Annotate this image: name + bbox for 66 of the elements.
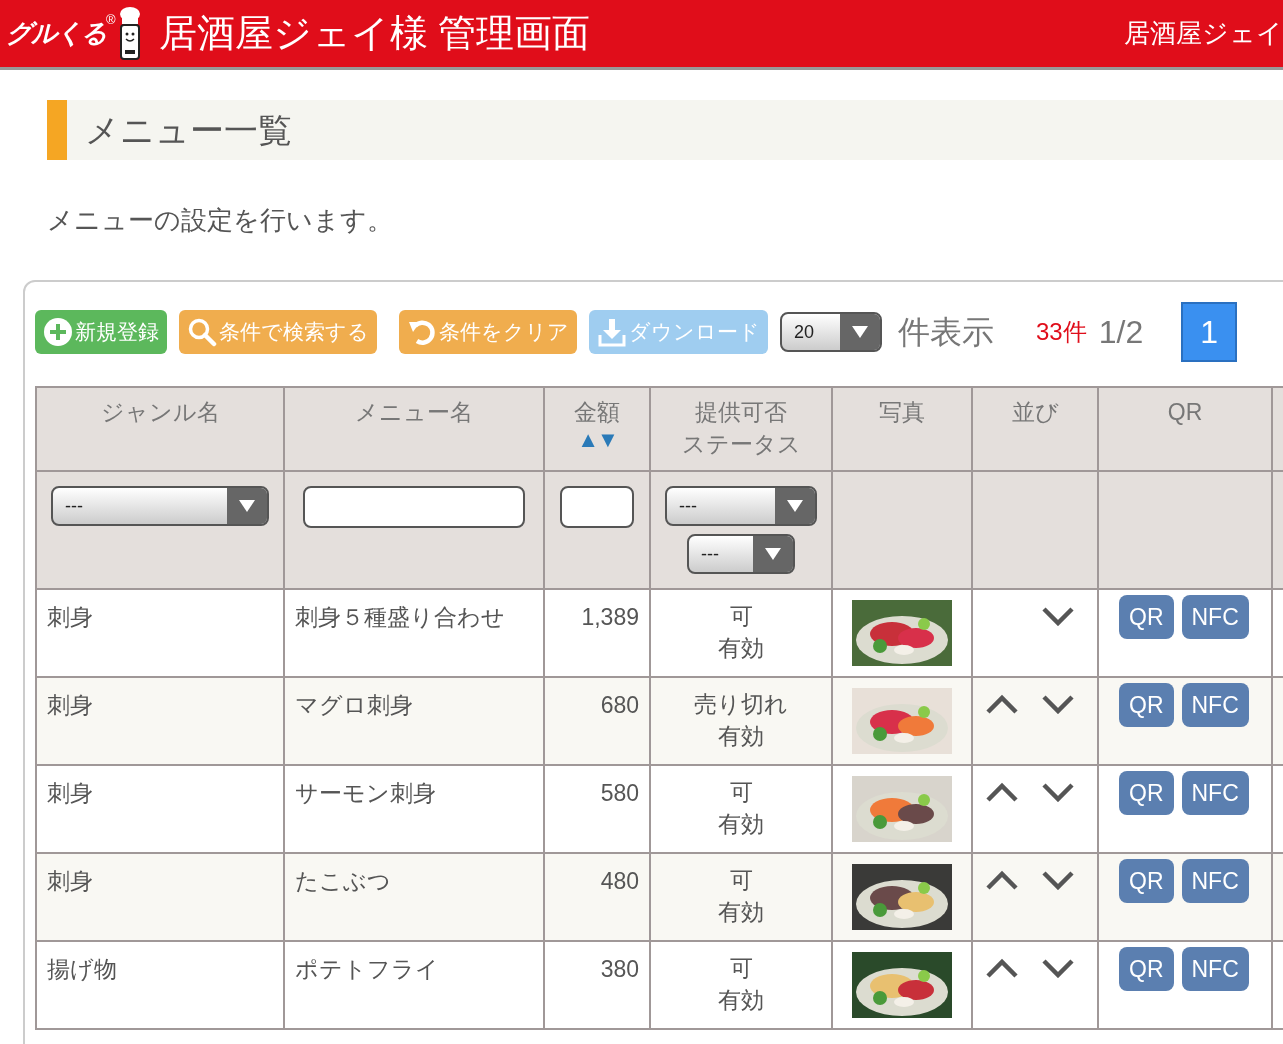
nfc-button[interactable]: NFC — [1181, 771, 1249, 815]
registered-mark: ® — [106, 11, 116, 29]
page-description: メニューの設定を行います。 — [47, 204, 394, 237]
menu-name-cell: 刺身５種盛り合わせ — [295, 604, 505, 630]
status-text: 有効 — [718, 898, 764, 927]
qr-button[interactable]: QR — [1119, 771, 1174, 815]
chevron-down-icon[interactable] — [1041, 870, 1075, 890]
account-name: 居酒屋ジェイ — [1124, 17, 1283, 50]
page-button[interactable]: 1 — [1181, 302, 1238, 362]
chevron-down-icon[interactable] — [1041, 606, 1075, 626]
menu-name-cell: サーモン刺身 — [295, 780, 436, 806]
page-info: 1/2 — [1098, 313, 1144, 352]
availability-text: 売り切れ — [694, 690, 788, 719]
menu-name-cell: マグロ刺身 — [295, 692, 413, 718]
nfc-button[interactable]: NFC — [1181, 859, 1249, 903]
nfc-button[interactable]: NFC — [1181, 683, 1249, 727]
result-count: 33件 — [1036, 317, 1087, 347]
availability-text: 可 — [729, 778, 753, 807]
download-icon — [597, 317, 627, 347]
qr-button[interactable]: QR — [1119, 947, 1174, 991]
menu-name-field[interactable] — [303, 486, 525, 528]
status-text: 有効 — [718, 986, 764, 1015]
price-cell: 680 — [600, 692, 639, 718]
qr-button[interactable]: QR — [1119, 683, 1174, 727]
nfc-button[interactable]: NFC — [1181, 595, 1249, 639]
chevron-down-icon[interactable] — [1041, 958, 1075, 978]
chevron-up-icon[interactable] — [985, 870, 1019, 890]
plus-icon — [43, 317, 73, 347]
chevron-up-icon[interactable] — [985, 782, 1019, 802]
price-cell: 380 — [600, 956, 639, 982]
page-size-select[interactable]: 20 — [780, 312, 882, 352]
status-filter-select[interactable]: --- — [687, 534, 795, 574]
availability-text: 可 — [729, 954, 753, 983]
page-title: メニュー一覧 — [85, 109, 292, 151]
search-icon — [187, 317, 217, 347]
logo-text: グルくる — [6, 17, 106, 50]
menu-name-cell: たこぶつ — [295, 868, 391, 894]
genre-cell: 揚げ物 — [47, 956, 117, 982]
genre-cell: 刺身 — [47, 692, 93, 718]
genre-filter-select[interactable]: --- — [51, 486, 269, 526]
chevron-down-icon[interactable] — [1041, 782, 1075, 802]
header-title: 居酒屋ジェイ様 管理画面 — [158, 11, 591, 56]
chevron-down-icon[interactable] — [1041, 694, 1075, 714]
add-button[interactable]: 新規登録 — [35, 310, 167, 354]
qr-button[interactable]: QR — [1119, 859, 1174, 903]
page-size-label: 件表示 — [898, 313, 994, 352]
price-cell: 480 — [600, 868, 639, 894]
genre-cell: 刺身 — [47, 780, 93, 806]
status-text: 有効 — [718, 810, 764, 839]
nfc-button[interactable]: NFC — [1181, 947, 1249, 991]
availability-text: 可 — [729, 602, 753, 631]
sort-arrows[interactable]: ▲▼ — [577, 428, 617, 452]
chevron-up-icon[interactable] — [985, 694, 1019, 714]
undo-icon — [407, 317, 437, 347]
genre-cell: 刺身 — [47, 868, 93, 894]
menu-name-cell: ポテトフライ — [295, 956, 439, 982]
chevron-up-icon[interactable] — [985, 958, 1019, 978]
availability-filter-select[interactable]: --- — [665, 486, 817, 526]
genre-cell: 刺身 — [47, 604, 93, 630]
price-cell: 580 — [600, 780, 639, 806]
status-text: 有効 — [718, 634, 764, 663]
price-cell: 1,389 — [581, 604, 639, 630]
price-field[interactable] — [560, 486, 634, 528]
qr-button[interactable]: QR — [1119, 595, 1174, 639]
status-text: 有効 — [718, 722, 764, 751]
availability-text: 可 — [729, 866, 753, 895]
